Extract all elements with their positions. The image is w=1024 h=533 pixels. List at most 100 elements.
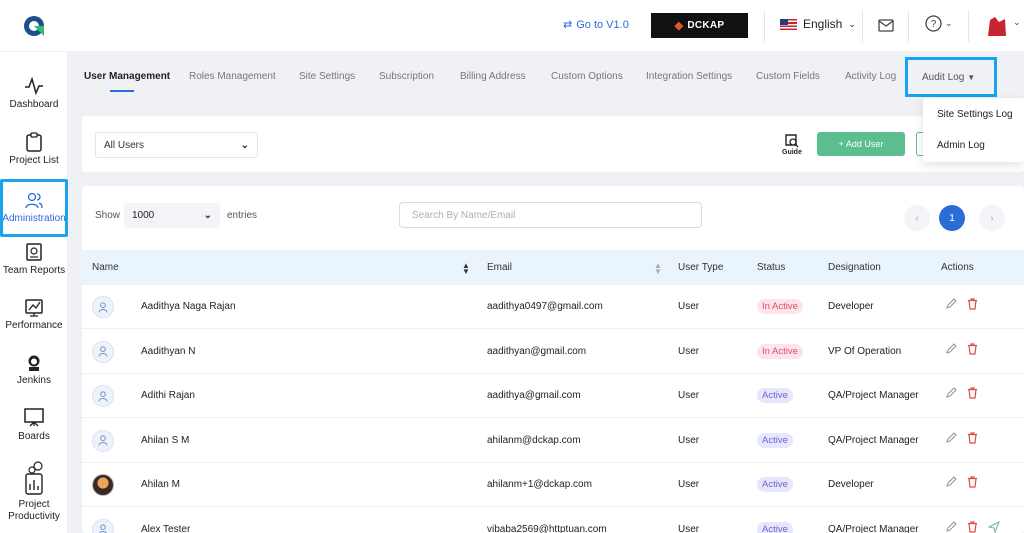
performance-icon [25, 299, 43, 317]
row-actions [945, 520, 1000, 533]
user-name: Aadithya Naga Rajan [141, 301, 236, 312]
sidebar-item-label: Project List [9, 155, 59, 166]
guide-label: Guide [782, 149, 802, 156]
sidebar-item-label: Dashboard [9, 99, 59, 110]
table-controls: Show 1000 ⌄ entries Search By Name/Email… [82, 186, 1024, 250]
chevron-down-icon: ⌄ [240, 139, 249, 151]
profile-avatar-icon[interactable] [985, 14, 1009, 38]
divider [968, 10, 969, 42]
sidebar-item-label: Project Productivity [8, 499, 60, 522]
status-badge: Active [757, 477, 793, 492]
user-photo-avatar [92, 474, 114, 496]
user-email: ahilanm@dckap.com [487, 434, 581, 446]
user-name: Aadithyan N [141, 345, 196, 357]
go-to-label: Go to V1.0 [576, 18, 629, 31]
users-table-card: Show 1000 ⌄ entries Search By Name/Email… [82, 186, 1024, 533]
chevron-down-icon[interactable]: ⌄ [1013, 17, 1021, 28]
sort-icon[interactable]: ▼ [654, 267, 662, 276]
sidebar-item-label: Team Reports [2, 265, 66, 276]
tab-user-management[interactable]: User Management [84, 71, 170, 92]
sidebar-item-label: Administration [2, 213, 66, 224]
guide-button[interactable]: Guide [782, 133, 802, 156]
sidebar-item-boards[interactable]: Boards [0, 406, 68, 442]
dropdown-item-site-settings-log[interactable]: Site Settings Log [923, 109, 1013, 120]
user-designation: QA/Project Manager [828, 390, 919, 401]
edit-pencil-icon[interactable] [945, 342, 957, 355]
sidebar-item-project-list[interactable]: Project List [0, 132, 68, 166]
help-menu[interactable]: ? ⌄ [925, 15, 953, 32]
delete-trash-icon[interactable] [967, 520, 978, 533]
app-logo-icon[interactable] [22, 14, 46, 38]
status-badge: In Active [757, 343, 803, 359]
divider [908, 10, 909, 42]
user-type: User [678, 479, 700, 490]
table-row[interactable]: Ahilan S M ahilanm@dckap.com User Active QA/… [82, 419, 1024, 463]
user-type: User [678, 523, 700, 533]
edit-pencil-icon[interactable] [945, 520, 957, 533]
tab-audit-log[interactable]: Audit Log ▼ [905, 57, 997, 97]
delete-trash-icon[interactable] [967, 342, 978, 355]
table-row[interactable]: Alex Tester vibaba2569@httptuan.com User Ac… [82, 508, 1024, 533]
status-badge: Active [757, 432, 793, 448]
language-selector[interactable]: English ⌄ [780, 17, 856, 31]
column-actions: Actions [941, 262, 974, 273]
admin-tabs: User Management Roles Management Site Se… [68, 52, 1024, 102]
chevron-left-icon: ‹ [915, 212, 919, 224]
user-email: aadithya0497@gmail.com [487, 301, 603, 312]
guide-book-icon [785, 134, 799, 148]
chevron-down-icon: ⌄ [848, 18, 856, 29]
sidebar-item-jenkins[interactable]: Jenkins [0, 354, 68, 386]
sort-icon[interactable]: ▼ [462, 267, 470, 276]
sidebar-item-label: Performance [5, 320, 63, 331]
mail-icon[interactable] [878, 19, 894, 32]
edit-pencil-icon[interactable] [945, 431, 957, 444]
tab-billing-address[interactable]: Billing Address [460, 71, 526, 82]
table-row[interactable]: Ahilan M ahilanm+1@dckap.com User Active Dev… [82, 463, 1024, 507]
table-row[interactable]: Aadithya Naga Rajan aadithya0497@gmail.co… [82, 285, 1024, 329]
tab-subscription[interactable]: Subscription [379, 71, 434, 82]
delete-trash-icon[interactable] [967, 431, 978, 444]
search-input[interactable]: Search By Name/Email [399, 202, 702, 228]
table-row[interactable]: Adithi Rajan aadithya@gmail.com User Active… [82, 374, 1024, 418]
help-icon: ? [925, 15, 942, 32]
page-1-button[interactable]: 1 [939, 205, 965, 231]
column-email[interactable]: Email [487, 262, 512, 273]
status-badge: Active [757, 521, 793, 533]
jenkins-icon [28, 355, 40, 371]
delete-trash-icon[interactable] [967, 476, 978, 488]
tab-site-settings[interactable]: Site Settings [299, 71, 355, 82]
sidebar: Dashboard Project List Administration Te… [0, 52, 68, 533]
switch-icon: ⇄ [563, 19, 573, 31]
tab-custom-options[interactable]: Custom Options [551, 71, 623, 82]
sidebar-item-performance[interactable]: Performance [0, 297, 68, 331]
delete-trash-icon[interactable] [967, 387, 978, 399]
tab-custom-fields[interactable]: Custom Fields [756, 71, 820, 82]
prev-page-button[interactable]: ‹ [904, 205, 930, 231]
delete-trash-icon[interactable] [967, 298, 978, 310]
sidebar-item-dashboard[interactable]: Dashboard [0, 76, 68, 110]
edit-pencil-icon[interactable] [945, 298, 957, 310]
user-type: User [678, 434, 700, 446]
next-page-button[interactable]: › [979, 205, 1005, 231]
column-name[interactable]: Name [92, 262, 119, 273]
tab-activity-log[interactable]: Activity Log [845, 71, 896, 82]
entries-select[interactable]: 1000 ⌄ [124, 203, 220, 228]
sidebar-item-project-productivity[interactable]: Project Productivity [0, 460, 68, 523]
us-flag-icon [780, 18, 797, 30]
tab-integration-settings[interactable]: Integration Settings [646, 71, 732, 82]
add-user-button[interactable]: + Add User [817, 132, 905, 156]
send-icon[interactable] [988, 520, 1000, 533]
sidebar-item-team-reports[interactable]: Team Reports [0, 242, 68, 276]
sidebar-item-administration[interactable]: Administration [0, 179, 68, 237]
user-filter-select[interactable]: All Users ⌄ [95, 132, 258, 158]
edit-pencil-icon[interactable] [945, 476, 957, 488]
table-row[interactable]: Aadithyan N aadithyan@gmail.com User In Act… [82, 330, 1024, 374]
tab-roles-management[interactable]: Roles Management [189, 71, 276, 82]
go-to-v1-link[interactable]: ⇄ Go to V1.0 [563, 18, 629, 32]
edit-pencil-icon[interactable] [945, 387, 957, 399]
column-designation: Designation [828, 262, 881, 273]
user-avatar-icon [92, 518, 114, 533]
dropdown-item-admin-log[interactable]: Admin Log [923, 140, 985, 151]
divider [764, 10, 765, 42]
user-type: User [678, 390, 700, 401]
